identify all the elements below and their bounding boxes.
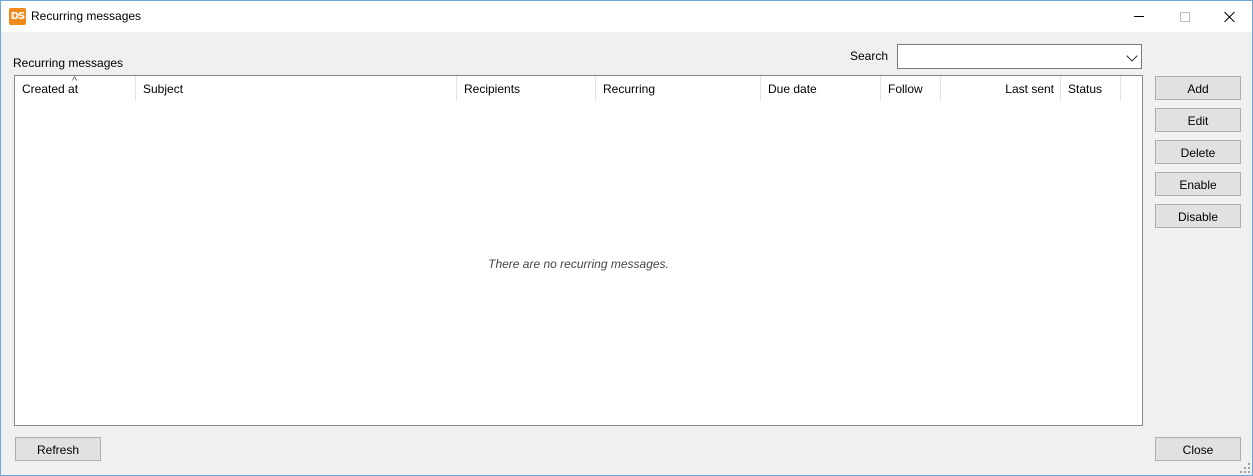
disable-button[interactable]: Disable: [1155, 204, 1241, 228]
close-icon: [1224, 11, 1236, 23]
recurring-messages-window: DS Recurring messages Recurring messages…: [0, 0, 1253, 476]
edit-button[interactable]: Edit: [1155, 108, 1241, 132]
recurring-messages-list[interactable]: Created at ^ Subject Recipients Recurrin…: [14, 75, 1143, 426]
refresh-button[interactable]: Refresh: [15, 437, 101, 461]
column-header-last-sent[interactable]: Last sent: [941, 76, 1061, 101]
enable-button[interactable]: Enable: [1155, 172, 1241, 196]
column-header-label: Follow: [888, 82, 923, 96]
maximize-button[interactable]: [1162, 1, 1208, 32]
column-header-label: Subject: [143, 82, 184, 96]
column-header-label: Recipients: [464, 82, 521, 96]
resize-grip-icon[interactable]: [1240, 463, 1250, 473]
column-header-created-at[interactable]: Created at ^: [15, 75, 136, 101]
column-header-recipients[interactable]: Recipients: [457, 76, 596, 101]
app-icon: DS: [9, 8, 26, 25]
column-header-recurring[interactable]: Recurring: [596, 76, 761, 101]
empty-list-message: There are no recurring messages.: [488, 257, 669, 271]
column-header-status[interactable]: Status: [1061, 76, 1121, 101]
delete-button[interactable]: Delete: [1155, 140, 1241, 164]
add-button[interactable]: Add: [1155, 76, 1241, 100]
window-title: Recurring messages: [31, 9, 142, 23]
title-bar[interactable]: DS Recurring messages: [1, 1, 1252, 32]
column-header-due-date[interactable]: Due date: [761, 76, 881, 101]
search-input[interactable]: [898, 45, 1120, 68]
sort-ascending-icon: ^: [72, 75, 78, 87]
column-header-subject[interactable]: Subject: [136, 76, 457, 101]
search-label: Search: [850, 49, 889, 63]
search-combobox[interactable]: [897, 44, 1142, 69]
column-header-label: Due date: [768, 82, 817, 96]
column-header-label: Recurring: [603, 82, 656, 96]
minimize-button[interactable]: [1116, 1, 1162, 32]
column-header-label: Status: [1068, 82, 1103, 96]
minimize-icon: [1134, 16, 1144, 17]
window-close-button[interactable]: [1207, 1, 1253, 32]
column-header-label: Last sent: [1005, 82, 1054, 96]
table-header: Created at ^ Subject Recipients Recurrin…: [15, 75, 1121, 101]
maximize-icon: [1180, 11, 1190, 22]
close-button[interactable]: Close: [1155, 437, 1241, 461]
column-header-label: Created at: [22, 82, 79, 96]
section-label: Recurring messages: [13, 56, 124, 70]
column-header-follow[interactable]: Follow: [881, 76, 941, 101]
chevron-down-icon[interactable]: [1126, 50, 1138, 62]
